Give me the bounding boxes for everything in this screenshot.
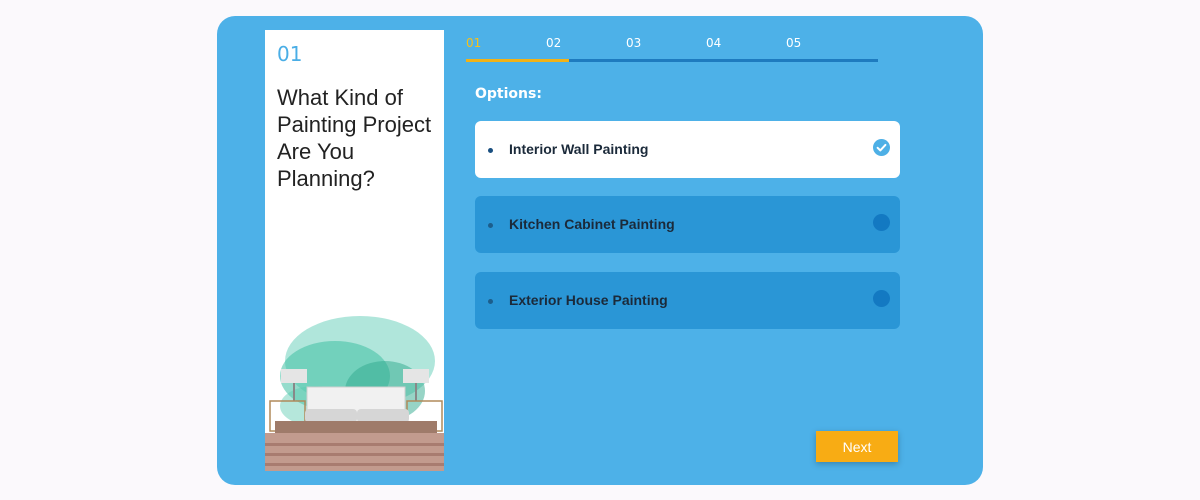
check-circle-icon[interactable] — [873, 139, 890, 156]
option-exterior-house-painting[interactable]: Exterior House Painting — [475, 272, 900, 329]
next-button[interactable]: Next — [816, 431, 898, 462]
question-panel: 01 What Kind of Painting Project Are You… — [265, 30, 444, 471]
step-number: 01 — [277, 42, 303, 66]
step-tab-05[interactable]: 05 — [786, 36, 801, 50]
step-tab-04[interactable]: 04 — [706, 36, 721, 50]
progress-fill — [466, 59, 569, 62]
bullet-icon — [488, 223, 493, 228]
quiz-card: 01 What Kind of Painting Project Are You… — [217, 16, 983, 485]
option-kitchen-cabinet-painting[interactable]: Kitchen Cabinet Painting — [475, 196, 900, 253]
step-tab-02[interactable]: 02 — [546, 36, 561, 50]
bullet-icon — [488, 148, 493, 153]
radio-circle-icon[interactable] — [873, 290, 890, 307]
options-heading: Options: — [475, 86, 542, 102]
option-label: Exterior House Painting — [509, 292, 668, 308]
bedroom-illustration — [265, 316, 444, 471]
option-interior-wall-painting[interactable]: Interior Wall Painting — [475, 121, 900, 178]
option-label: Interior Wall Painting — [509, 141, 649, 157]
step-tab-01[interactable]: 01 — [466, 36, 481, 50]
radio-circle-icon[interactable] — [873, 214, 890, 231]
option-label: Kitchen Cabinet Painting — [509, 216, 675, 232]
question-title: What Kind of Painting Project Are You Pl… — [277, 85, 432, 191]
progress-track — [466, 59, 878, 62]
progress-steps: 01 02 03 04 05 — [466, 36, 878, 66]
step-tab-03[interactable]: 03 — [626, 36, 641, 50]
bullet-icon — [488, 299, 493, 304]
